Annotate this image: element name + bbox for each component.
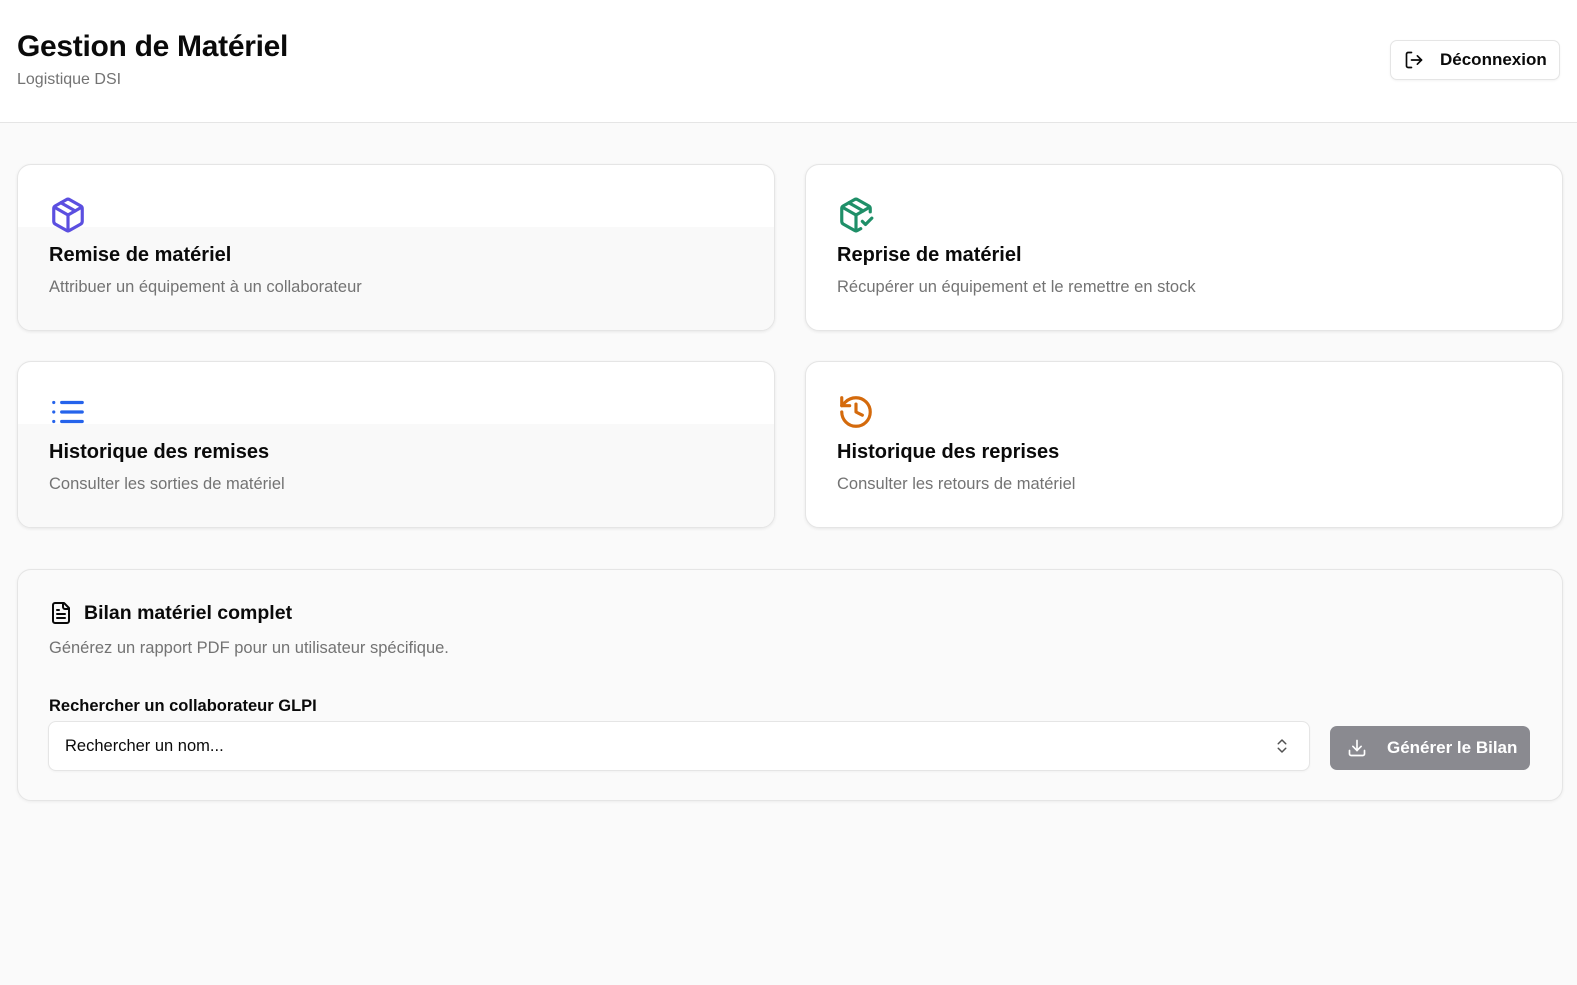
card-description: Récupérer un équipement et le remettre e…: [837, 278, 1196, 296]
file-text-icon: [52, 602, 70, 624]
logout-button[interactable]: Déconnexion: [1390, 40, 1560, 80]
card-reprise-materiel[interactable]: Reprise de matériel Récupérer un équipem…: [805, 164, 1563, 331]
report-title: Bilan matériel complet: [84, 602, 293, 624]
package-check-icon: [840, 197, 874, 233]
download-icon: [1348, 739, 1366, 757]
card-historique-reprises[interactable]: Historique des reprises Consulter les re…: [805, 361, 1563, 528]
history-icon: [840, 396, 872, 428]
generate-report-button[interactable]: Générer le Bilan: [1330, 726, 1530, 770]
card-title: Historique des reprises: [837, 441, 1060, 463]
search-placeholder: Rechercher un nom...: [65, 736, 224, 755]
list-icon: [52, 400, 84, 424]
card-title: Historique des remises: [49, 441, 270, 463]
card-description: Consulter les retours de matériel: [837, 475, 1076, 493]
package-icon: [52, 197, 84, 233]
chevrons-up-down-icon: [1277, 739, 1287, 753]
card-title: Reprise de matériel: [837, 244, 1022, 266]
report-panel: Bilan matériel complet Générez un rappor…: [17, 569, 1563, 801]
page-title: Gestion de Matériel: [17, 30, 289, 63]
logout-label: Déconnexion: [1440, 50, 1547, 69]
card-description: Consulter les sorties de matériel: [49, 475, 285, 493]
card-remise-materiel[interactable]: Remise de matériel Attribuer un équipeme…: [17, 164, 775, 331]
log-out-icon: [1405, 51, 1423, 69]
page-subtitle: Logistique DSI: [17, 71, 122, 88]
card-historique-remises[interactable]: Historique des remises Consulter les sor…: [17, 361, 775, 528]
card-description: Attribuer un équipement à un collaborate…: [49, 278, 362, 296]
report-description: Générez un rapport PDF pour un utilisate…: [49, 639, 449, 657]
generate-label: Générer le Bilan: [1387, 738, 1518, 757]
collaborator-search-combobox[interactable]: Rechercher un nom...: [48, 721, 1310, 771]
card-title: Remise de matériel: [49, 244, 232, 266]
app-header: Gestion de Matériel Logistique DSI Décon…: [0, 0, 1577, 123]
search-label: Rechercher un collaborateur GLPI: [49, 697, 317, 715]
